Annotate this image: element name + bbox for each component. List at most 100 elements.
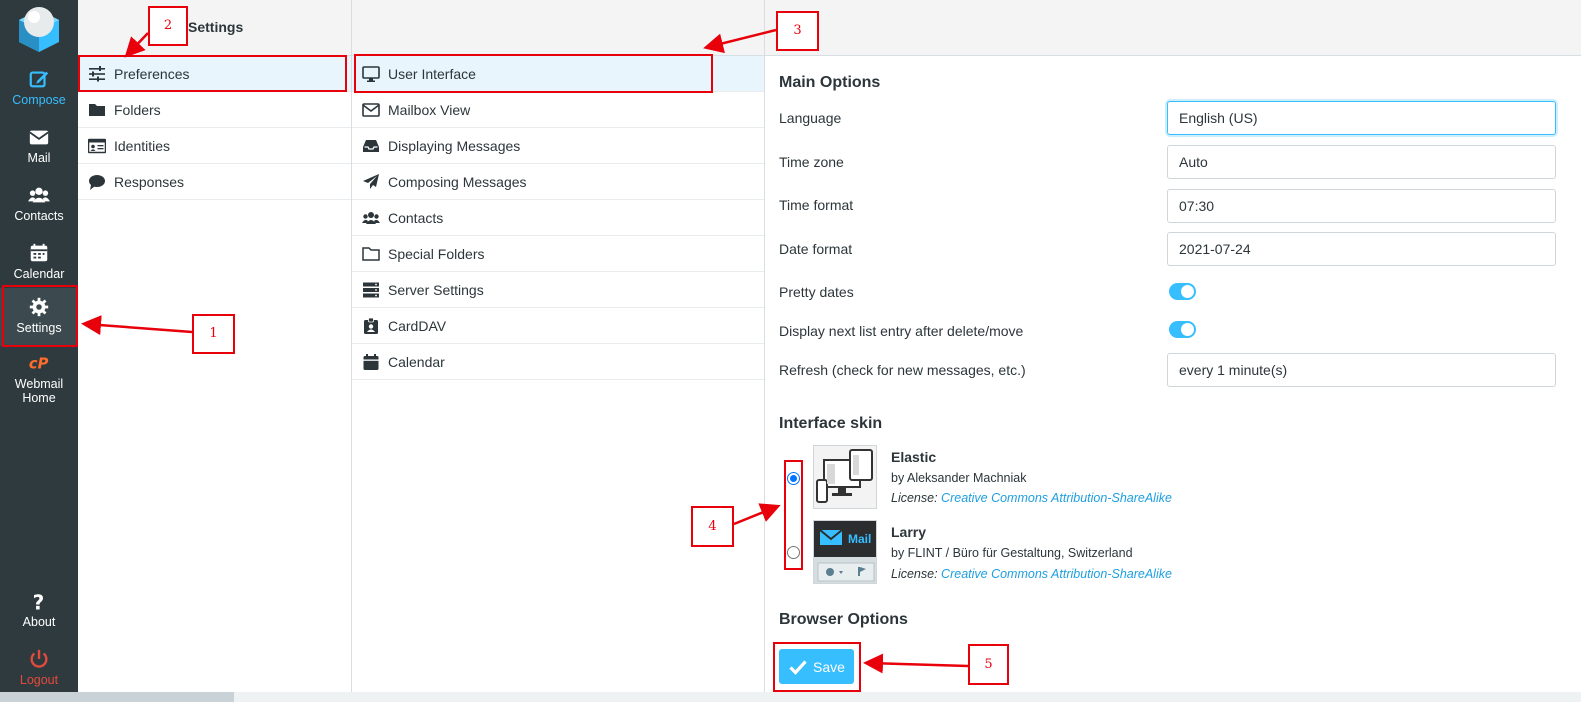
app-sidebar: Compose Mail Contacts Calendar Settings … xyxy=(0,0,78,702)
skin-elastic-license: License: Creative Commons Attribution-Sh… xyxy=(891,491,1172,505)
nextentry-label: Display next list entry after delete/mov… xyxy=(779,323,1024,339)
skin-larry-thumbnail: Mail xyxy=(813,520,877,584)
skin-larry-name: Larry xyxy=(891,524,927,540)
mail-label: Mail xyxy=(27,151,51,165)
language-select[interactable]: English (US) xyxy=(1167,101,1556,135)
settings-item-label: Identities xyxy=(114,138,171,154)
users-icon xyxy=(362,212,380,224)
timezone-label: Time zone xyxy=(779,154,844,170)
horizontal-scrollbar[interactable] xyxy=(0,692,1581,702)
settings-title: Settings xyxy=(188,19,244,35)
dateformat-select[interactable]: 2021-07-24 xyxy=(1167,232,1556,266)
interface-skin-title: Interface skin xyxy=(779,415,883,432)
annotation-label-3: 3 xyxy=(776,11,819,51)
settings-item-identities[interactable]: Identities xyxy=(78,128,351,164)
id-badge-icon xyxy=(364,317,378,334)
skin-elastic-author: by Aleksander Machniak xyxy=(891,471,1027,485)
about-button[interactable]: ? About xyxy=(0,582,78,640)
annotation-label-2: 2 xyxy=(148,6,188,46)
question-icon: ? xyxy=(33,590,45,612)
comment-icon xyxy=(89,175,105,190)
contacts-label: Contacts xyxy=(14,209,64,223)
annotation-label-1: 1 xyxy=(192,314,235,354)
annotation-box-save xyxy=(773,642,861,692)
logout-label: Logout xyxy=(19,673,59,687)
webmail-home-label: Webmail Home xyxy=(14,377,64,405)
server-icon xyxy=(363,282,379,298)
folder-outline-icon xyxy=(362,247,380,261)
sections-list-panel: User Interface Mailbox View Displaying M… xyxy=(352,0,765,702)
section-item-mailbox-view[interactable]: Mailbox View xyxy=(352,92,764,128)
license-link[interactable]: Creative Commons Attribution-ShareAlike xyxy=(941,567,1172,581)
content-header xyxy=(765,0,1581,56)
prettydates-toggle[interactable] xyxy=(1169,283,1196,300)
envelope-outline-icon xyxy=(362,103,380,117)
mail-nav-button[interactable]: Mail xyxy=(0,118,78,176)
cpanel-icon: cP xyxy=(29,356,49,373)
section-item-label: Displaying Messages xyxy=(388,138,521,154)
refresh-select[interactable]: every 1 minute(s) xyxy=(1167,353,1556,387)
annotation-box-skin-radios xyxy=(784,460,803,570)
contacts-nav-button[interactable]: Contacts xyxy=(0,176,78,234)
section-item-label: Contacts xyxy=(388,210,444,226)
skin-larry-license: License: Creative Commons Attribution-Sh… xyxy=(891,567,1172,581)
compose-icon xyxy=(29,71,49,88)
power-icon xyxy=(30,649,48,668)
annotation-label-4: 4 xyxy=(691,506,734,547)
section-item-server-settings[interactable]: Server Settings xyxy=(352,272,764,308)
settings-item-responses[interactable]: Responses xyxy=(78,164,351,200)
license-link[interactable]: Creative Commons Attribution-ShareAlike xyxy=(941,491,1172,505)
inbox-icon xyxy=(363,140,379,152)
envelope-icon xyxy=(29,130,49,145)
section-item-calendar[interactable]: Calendar xyxy=(352,344,764,380)
skin-larry-author: by FLINT / Büro für Gestaltung, Switzerl… xyxy=(891,546,1133,560)
section-item-carddav[interactable]: CardDAV xyxy=(352,308,764,344)
section-item-label: Calendar xyxy=(388,354,445,370)
prettydates-label: Pretty dates xyxy=(779,284,854,300)
compose-button[interactable]: Compose xyxy=(0,60,78,118)
nextentry-toggle[interactable] xyxy=(1169,321,1196,338)
sections-header xyxy=(352,0,764,56)
section-item-label: Composing Messages xyxy=(388,174,527,190)
id-card-icon xyxy=(88,138,106,154)
license-label: License: xyxy=(891,491,938,505)
section-item-label: Special Folders xyxy=(388,246,485,262)
main-options-title: Main Options xyxy=(779,74,881,91)
calendar-nav-button[interactable]: Calendar xyxy=(0,234,78,292)
larry-mail-icon: Mail xyxy=(814,521,876,583)
content-panel: Main Options Language English (US) Time … xyxy=(765,0,1581,702)
logout-button[interactable]: Logout xyxy=(0,640,78,698)
annotation-box-user-interface xyxy=(354,54,713,93)
about-label: About xyxy=(22,615,56,629)
section-item-contacts[interactable]: Contacts xyxy=(352,200,764,236)
language-label: Language xyxy=(779,110,842,126)
timeformat-label: Time format xyxy=(779,197,854,213)
section-item-label: Server Settings xyxy=(388,282,484,298)
compose-label: Compose xyxy=(12,93,66,107)
settings-header: Settings xyxy=(78,0,351,56)
annotation-box-preferences xyxy=(78,55,347,92)
section-item-label: Mailbox View xyxy=(388,102,471,118)
section-item-displaying-messages[interactable]: Displaying Messages xyxy=(352,128,764,164)
svg-text:?: ? xyxy=(33,590,45,612)
larry-thumb-text: Mail xyxy=(848,532,871,546)
dateformat-label: Date format xyxy=(779,241,853,257)
webmail-home-button[interactable]: cP Webmail Home xyxy=(0,346,78,406)
roundcube-logo-icon xyxy=(19,7,59,52)
license-label: License: xyxy=(891,567,938,581)
folder-icon xyxy=(89,104,105,116)
scrollbar-thumb[interactable] xyxy=(0,692,234,702)
paper-plane-icon xyxy=(363,174,379,189)
calendar-label: Calendar xyxy=(13,267,65,281)
timeformat-select[interactable]: 07:30 xyxy=(1167,189,1556,223)
timezone-select[interactable]: Auto xyxy=(1167,145,1556,179)
annotation-label-5: 5 xyxy=(968,644,1009,685)
elastic-devices-icon xyxy=(814,446,876,508)
users-icon xyxy=(28,187,50,203)
section-item-composing-messages[interactable]: Composing Messages xyxy=(352,164,764,200)
section-item-special-folders[interactable]: Special Folders xyxy=(352,236,764,272)
settings-item-folders[interactable]: Folders xyxy=(78,92,351,128)
annotation-box-settings xyxy=(2,285,78,347)
settings-item-label: Responses xyxy=(114,174,185,190)
refresh-label: Refresh (check for new messages, etc.) xyxy=(779,362,1026,378)
